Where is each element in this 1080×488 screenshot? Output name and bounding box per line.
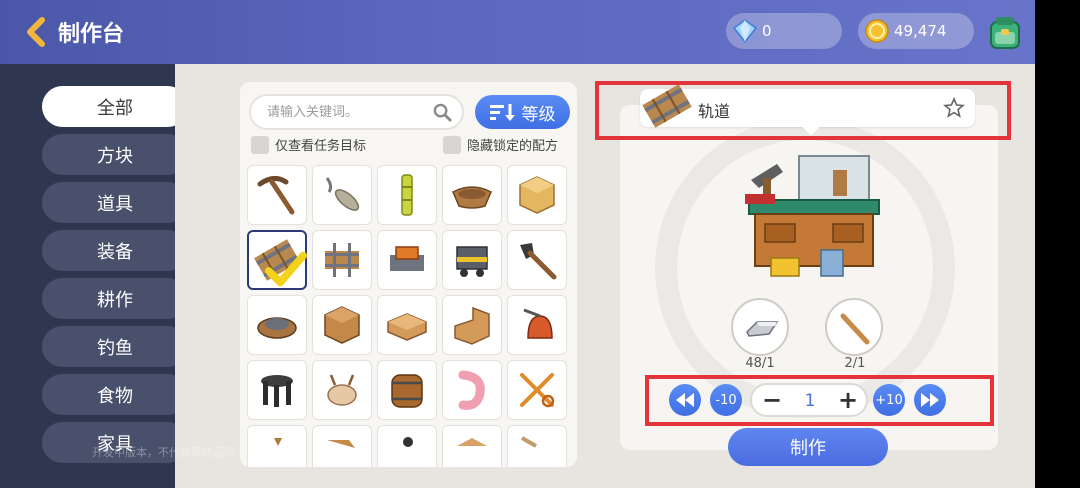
barrel-icon <box>391 374 423 408</box>
recipe-stool[interactable] <box>247 360 307 420</box>
recipe-list-panel: 等级 仅查看任务目标 隐藏锁定的配方 <box>240 82 577 467</box>
material-stick[interactable] <box>825 298 883 356</box>
recipe-rail-cross[interactable] <box>312 230 372 290</box>
search-box <box>249 94 464 130</box>
recipe-pickaxe[interactable] <box>247 165 307 225</box>
category-food[interactable]: 食物 <box>42 374 188 415</box>
bird-hat-icon <box>327 374 357 406</box>
material-count-stick: 2/1 <box>844 356 866 371</box>
recipe-minecart[interactable] <box>442 230 502 290</box>
checkbox-box <box>251 135 269 154</box>
recipe-powered-rail[interactable] <box>377 230 437 290</box>
recipe-scissors[interactable] <box>507 360 567 420</box>
scissors-icon <box>520 373 555 408</box>
task-only-label: 仅查看任务目标 <box>275 139 367 154</box>
item-icon <box>274 438 282 446</box>
hide-locked-checkbox[interactable]: 隐藏锁定的配方 <box>443 135 558 154</box>
recipe-wood-stairs[interactable] <box>442 295 502 355</box>
craft-button[interactable]: 制作 <box>728 428 888 466</box>
recipe-rail-selected[interactable] <box>247 230 308 290</box>
item-icon <box>403 437 413 447</box>
crate-icon <box>324 306 360 344</box>
category-tools[interactable]: 道具 <box>42 182 188 223</box>
recipe-partial-3[interactable] <box>377 425 437 467</box>
back-arrow-icon <box>27 17 45 47</box>
item-icon <box>457 438 487 446</box>
bell-icon <box>523 308 553 339</box>
recipe-partial-5[interactable] <box>507 425 567 467</box>
coin-counter[interactable]: 49,474 <box>858 13 974 49</box>
barrel-boat-icon <box>257 317 297 339</box>
workbench-icon <box>745 155 880 277</box>
task-only-checkbox[interactable]: 仅查看任务目标 <box>251 135 366 154</box>
wood-block-icon <box>519 176 555 214</box>
screen-edge <box>1035 0 1080 488</box>
search-input[interactable] <box>267 94 432 130</box>
category-blocks[interactable]: 方块 <box>42 134 188 175</box>
wood-slab-icon <box>387 313 427 341</box>
shrimp-icon <box>458 370 485 410</box>
shovel-icon <box>520 243 557 280</box>
recipe-partial-4[interactable] <box>442 425 502 467</box>
recipe-crate[interactable] <box>312 295 372 355</box>
checkmark-icon <box>264 251 308 287</box>
search-icon[interactable] <box>433 103 452 122</box>
recipe-shrimp[interactable] <box>442 360 502 420</box>
header-bar: 制作台 0 49,474 <box>0 0 1035 64</box>
recipe-wood-block[interactable] <box>507 165 567 225</box>
recipe-fishing-rod[interactable] <box>312 165 372 225</box>
fishing-rod-icon <box>325 177 360 211</box>
checkbox-box <box>443 135 461 154</box>
bamboo-icon <box>401 174 413 216</box>
wood-stairs-icon <box>454 306 490 345</box>
diamond-count: 0 <box>762 22 772 40</box>
recipe-bell[interactable] <box>507 295 567 355</box>
sort-label: 等级 <box>521 104 556 125</box>
recipe-boat[interactable] <box>442 165 502 225</box>
boat-icon <box>452 186 492 209</box>
powered-rail-icon <box>390 246 424 271</box>
minecart-icon <box>456 246 488 277</box>
category-fishing[interactable]: 钓鱼 <box>42 326 188 367</box>
recipe-bird-hat[interactable] <box>312 360 372 420</box>
recipe-shovel[interactable] <box>507 230 567 290</box>
recipe-barrel-boat[interactable] <box>247 295 307 355</box>
category-equipment[interactable]: 装备 <box>42 230 188 271</box>
coin-icon <box>865 19 889 43</box>
recipe-barrel[interactable] <box>377 360 437 420</box>
recipe-wood-slab[interactable] <box>377 295 437 355</box>
recipe-partial-2[interactable] <box>312 425 372 467</box>
item-icon <box>521 436 537 448</box>
recipe-bamboo[interactable] <box>377 165 437 225</box>
highlight-box-item-name <box>595 81 1011 140</box>
stick-icon <box>840 313 870 345</box>
rail-cross-icon <box>325 243 359 277</box>
iron-ingot-icon <box>746 321 779 337</box>
stool-icon <box>261 375 293 407</box>
diamond-icon <box>732 19 758 44</box>
pickaxe-icon <box>257 176 295 215</box>
page-title: 制作台 <box>58 22 125 47</box>
material-count-iron: 48/1 <box>745 356 775 371</box>
dev-watermark: 开发中版本，不代表最终品质 <box>92 446 235 459</box>
crafting-screen: 制作台 0 49,474 全部 方块 道具 装备 耕作 钓鱼 食物 家具 请输入… <box>0 0 1035 488</box>
hide-locked-label: 隐藏锁定的配方 <box>467 139 559 154</box>
material-iron-ingot[interactable] <box>731 298 789 356</box>
sort-icon <box>489 104 515 121</box>
back-button[interactable] <box>22 16 52 48</box>
backpack-icon <box>990 17 1020 49</box>
category-all[interactable]: 全部 <box>42 86 188 127</box>
recipe-partial-1[interactable] <box>247 425 307 467</box>
highlight-box-quantity <box>645 375 994 426</box>
coin-count: 49,474 <box>894 22 947 40</box>
category-farming[interactable]: 耕作 <box>42 278 188 319</box>
diamond-counter[interactable]: 0 <box>726 13 842 49</box>
sort-by-level-button[interactable]: 等级 <box>475 95 570 129</box>
backpack-button[interactable] <box>985 14 1025 52</box>
item-icon <box>327 440 355 448</box>
